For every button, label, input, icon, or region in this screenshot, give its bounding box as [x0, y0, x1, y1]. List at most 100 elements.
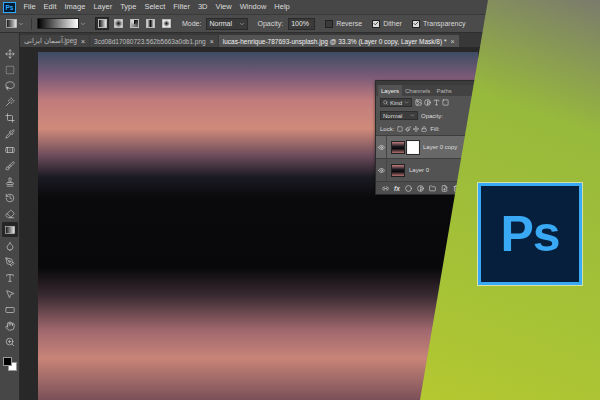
- trash-icon[interactable]: [453, 185, 460, 192]
- blur-icon: [5, 241, 15, 251]
- gradient-type-button[interactable]: [95, 17, 109, 30]
- foreground-color[interactable]: [3, 357, 12, 366]
- adjustment-layer-icon[interactable]: [417, 185, 424, 192]
- close-tab-button[interactable]: ×: [450, 38, 454, 45]
- layer-row[interactable]: Layer 0: [376, 158, 489, 181]
- type-filter-icon[interactable]: [433, 99, 440, 106]
- visibility-toggle[interactable]: [376, 136, 387, 158]
- lock-position-icon[interactable]: [413, 126, 419, 132]
- reflected-gradient-icon: [146, 19, 155, 28]
- gradient-preview: [37, 18, 79, 29]
- panel-tab[interactable]: Layers: [378, 85, 402, 96]
- tool-button[interactable]: [2, 94, 18, 109]
- tool-button[interactable]: [2, 286, 18, 301]
- tool-button[interactable]: [2, 142, 18, 157]
- menu-item[interactable]: Help: [271, 0, 293, 14]
- menu-item[interactable]: Edit: [40, 0, 60, 14]
- new-layer-icon[interactable]: [441, 185, 448, 192]
- hand-icon: [5, 321, 15, 331]
- tool-button[interactable]: [2, 206, 18, 221]
- layer-name: Layer 0: [407, 167, 429, 173]
- visibility-toggle[interactable]: [376, 159, 387, 181]
- filter-select[interactable]: Kind: [380, 98, 412, 107]
- angle-gradient-icon: [130, 19, 139, 28]
- lock-transparent-icon[interactable]: [397, 126, 403, 132]
- gradient-type-button[interactable]: [159, 17, 173, 30]
- tool-button[interactable]: [2, 254, 18, 269]
- path-selection-icon: [5, 289, 15, 299]
- menu-item[interactable]: 3D: [194, 0, 211, 14]
- close-tab-button[interactable]: ×: [210, 38, 214, 45]
- option-checkbox[interactable]: Dither: [372, 20, 402, 28]
- option-checkbox[interactable]: Reverse: [325, 20, 362, 28]
- gradient-type-button[interactable]: [143, 17, 157, 30]
- tool-button[interactable]: [2, 302, 18, 317]
- add-mask-icon[interactable]: [405, 185, 412, 192]
- lock-icons: [397, 126, 427, 132]
- tool-button[interactable]: [2, 222, 18, 237]
- option-checkbox[interactable]: Transparency: [412, 20, 466, 28]
- gradient-picker[interactable]: [37, 18, 86, 29]
- tool-button[interactable]: [2, 78, 18, 93]
- gradient-type-button[interactable]: [111, 17, 125, 30]
- opacity-label: Opacity:: [421, 113, 443, 119]
- clone-stamp-icon: [5, 177, 15, 187]
- document-tab[interactable]: lucas-henrique-787693-unsplash.jpg @ 33.…: [219, 35, 459, 47]
- document-tab[interactable]: آسمان ایرانی.jpeg×: [20, 35, 89, 47]
- tool-button[interactable]: [2, 46, 18, 61]
- group-folder-icon[interactable]: [429, 185, 436, 192]
- close-tab-button[interactable]: ×: [81, 38, 85, 45]
- radial-gradient-icon: [114, 19, 123, 28]
- checkbox[interactable]: [325, 20, 333, 28]
- menu-item[interactable]: Image: [61, 0, 89, 14]
- menu-item[interactable]: Window: [236, 0, 270, 14]
- panel-tab[interactable]: Channels: [402, 85, 433, 96]
- tool-button[interactable]: [2, 318, 18, 333]
- blend-mode-select[interactable]: Normal: [380, 111, 418, 120]
- menu-item[interactable]: View: [212, 0, 235, 14]
- brush-icon: [5, 161, 15, 171]
- checkbox[interactable]: [372, 20, 380, 28]
- layer-row[interactable]: Layer 0 copy: [376, 135, 489, 158]
- layer-mask-thumbnail[interactable]: [407, 141, 419, 154]
- menu-item[interactable]: Select: [141, 0, 169, 14]
- tool-preset-picker[interactable]: [4, 18, 26, 29]
- mode-select[interactable]: Normal: [206, 18, 248, 30]
- shape-filter-icon[interactable]: [442, 99, 449, 106]
- tool-button[interactable]: [2, 334, 18, 349]
- link-icon[interactable]: [382, 185, 389, 192]
- checkbox[interactable]: [412, 20, 420, 28]
- menu-item[interactable]: Filter: [170, 0, 194, 14]
- panel-tab[interactable]: Paths: [433, 85, 454, 96]
- app-logo: Ps: [3, 2, 16, 13]
- tool-button[interactable]: [2, 126, 18, 141]
- tool-button[interactable]: [2, 62, 18, 77]
- color-swatches[interactable]: [2, 356, 18, 372]
- crop-icon: [5, 113, 15, 123]
- lock-all-icon[interactable]: [421, 126, 427, 132]
- gradient-type-button[interactable]: [127, 17, 141, 30]
- check-icon: [373, 20, 379, 27]
- menu-item[interactable]: File: [20, 0, 39, 14]
- tool-button[interactable]: [2, 270, 18, 285]
- adjustment-filter-icon[interactable]: [424, 99, 431, 106]
- opacity-field[interactable]: 100%: [288, 18, 315, 30]
- tool-button[interactable]: [2, 174, 18, 189]
- lock-label: Lock:: [380, 126, 394, 132]
- tool-button[interactable]: [2, 110, 18, 125]
- eyedropper-icon: [5, 129, 15, 139]
- lasso-icon: [5, 81, 15, 91]
- menu-item[interactable]: Type: [117, 0, 140, 14]
- tool-button[interactable]: [2, 158, 18, 173]
- eye-icon: [378, 144, 385, 151]
- tool-button[interactable]: [2, 190, 18, 205]
- pixel-filter-icon[interactable]: [415, 99, 422, 106]
- document-tab[interactable]: 3cd08d17080723.562b5663a0db1.png×: [90, 35, 218, 47]
- gradient-tool-icon: [6, 18, 17, 29]
- layer-style-button[interactable]: fx: [394, 185, 400, 192]
- eraser-icon: [5, 209, 15, 219]
- tool-button[interactable]: [2, 238, 18, 253]
- menu-item[interactable]: Layer: [90, 0, 116, 14]
- zoom-icon: [5, 337, 15, 347]
- lock-pixels-icon[interactable]: [405, 126, 411, 132]
